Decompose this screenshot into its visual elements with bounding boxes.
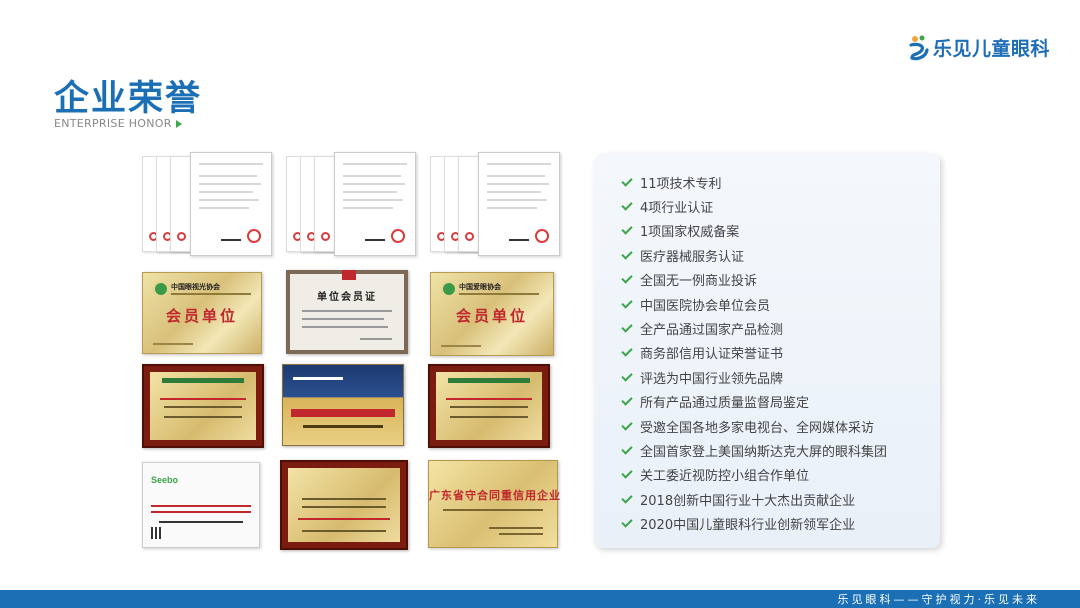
honor-text: 4项行业认证 (640, 201, 714, 217)
honor-item: 2018创新中国行业十大杰出贡献企业 (621, 487, 887, 511)
honor-item: 受邀全国各地多家电视台、全网媒体采访 (621, 414, 887, 438)
check-icon (621, 370, 633, 382)
honor-item: 商务部信用认证荣誉证书 (621, 341, 887, 365)
honor-text: 11项技术专利 (640, 176, 722, 192)
footer-slogan: 乐见眼科——守护视力·乐见未来 (837, 593, 1040, 606)
honor-text: 中国医院协会单位会员 (640, 298, 771, 314)
check-icon (621, 418, 633, 431)
honor-item: 所有产品通过质量监督局鉴定 (621, 390, 887, 414)
industry-award-plaque (282, 364, 404, 446)
page-title: 企业荣誉 (54, 79, 203, 119)
honors-list: 11项技术专利 4项行业认证 1项国家权威备案 医疗器械服务认证 全国无一例商业投诉 中国… (621, 170, 888, 536)
honor-text: 2018创新中国行业十大杰出贡献企业 (640, 493, 856, 509)
check-icon (621, 175, 633, 187)
check-icon (621, 248, 633, 260)
brand-logo: 乐见儿童眼科 (908, 34, 1050, 61)
honor-item: 全国无一例商业投诉 (621, 268, 887, 292)
check-icon (621, 345, 633, 358)
check-icon (621, 296, 633, 309)
honor-text: 受邀全国各地多家电视台、全网媒体采访 (640, 420, 875, 436)
association-logo-icon (342, 270, 356, 280)
check-icon (621, 321, 633, 333)
honor-item: 评选为中国行业领先品牌 (621, 365, 887, 389)
plaque-title: 中国眼视光协会 (171, 282, 220, 291)
arrow-right-icon (175, 119, 182, 128)
patent-certificate-stack (142, 152, 272, 256)
honor-text: 评选为中国行业领先品牌 (640, 371, 784, 387)
framed-award (280, 460, 408, 550)
honor-text: 全国无一例商业投诉 (640, 274, 758, 290)
honor-item: 1项国家权威备案 (621, 219, 887, 243)
membership-plaque: 中国眼视光协会 会员单位 (142, 272, 262, 354)
honor-item: 医疗器械服务认证 (621, 243, 887, 267)
check-icon (621, 199, 633, 211)
honor-item: 11项技术专利 (621, 170, 887, 194)
association-emblem-icon (153, 281, 169, 297)
check-icon (621, 516, 633, 528)
check-icon (621, 394, 633, 406)
page-subtitle: ENTERPRISE HONOR (54, 117, 182, 130)
honor-text: 医疗器械服务认证 (640, 249, 745, 265)
honor-text: 全国首家登上美国纳斯达克大屏的眼科集团 (640, 444, 888, 460)
qr-code-icon (151, 527, 163, 539)
brand-name: 乐见儿童眼科 (933, 38, 1051, 60)
patent-certificate-stack (286, 152, 416, 256)
honor-item: 关工委近视防控小组合作单位 (621, 463, 887, 487)
honor-text: 关工委近视防控小组合作单位 (640, 469, 810, 485)
plaque-title: 中国爱眼协会 (459, 282, 501, 291)
honor-text: 全产品通过国家产品检测 (640, 323, 784, 339)
footer-bar: 乐见眼科——守护视力·乐见未来 (0, 590, 1080, 608)
plaque-main-text: 会员单位 (165, 307, 238, 325)
membership-plaque: 中国爱眼协会 会员单位 (430, 272, 554, 356)
honor-item: 中国医院协会单位会员 (621, 292, 887, 316)
plaque-main-text: 广东省守合同重信用企业 (429, 489, 561, 502)
honor-item: 全国首家登上美国纳斯达克大屏的眼科集团 (621, 438, 888, 462)
check-icon (621, 467, 633, 480)
check-icon (621, 443, 633, 455)
association-emblem-icon (441, 281, 457, 297)
credit-enterprise-plaque: 广东省守合同重信用企业 (428, 460, 561, 548)
certificates-grid: 中国眼视光协会 会员单位 单位会员证 中国爱眼协会 会员单位 Seebo 广东省… (138, 150, 570, 556)
honor-text: 所有产品通过质量监督局鉴定 (640, 396, 810, 412)
check-icon (621, 492, 633, 504)
plaque-main-text: 会员单位 (455, 307, 528, 325)
brand-logo-icon (908, 35, 930, 61)
member-certificate: 单位会员证 (286, 270, 408, 354)
honor-item: 2020中国儿童眼科行业创新领军企业 (621, 511, 887, 535)
honors-panel: 11项技术专利 4项行业认证 1项国家权威备案 医疗器械服务认证 全国无一例商业投诉 中国… (594, 154, 940, 548)
partner-brand: Seebo (151, 475, 179, 485)
framed-award (142, 364, 264, 448)
framed-award (428, 364, 550, 448)
partner-certificate: Seebo (142, 462, 260, 548)
page-subtitle-text: ENTERPRISE HONOR (54, 117, 172, 130)
honor-text: 2020中国儿童眼科行业创新领军企业 (640, 518, 856, 534)
honor-item: 4项行业认证 (621, 194, 887, 218)
check-icon (621, 223, 633, 236)
honor-text: 1项国家权威备案 (640, 225, 740, 241)
patent-certificate-stack (430, 152, 560, 256)
honor-item: 全产品通过国家产品检测 (621, 316, 887, 340)
certificate-title: 单位会员证 (317, 292, 377, 303)
honor-text: 商务部信用认证荣誉证书 (640, 347, 784, 363)
check-icon (621, 272, 633, 284)
